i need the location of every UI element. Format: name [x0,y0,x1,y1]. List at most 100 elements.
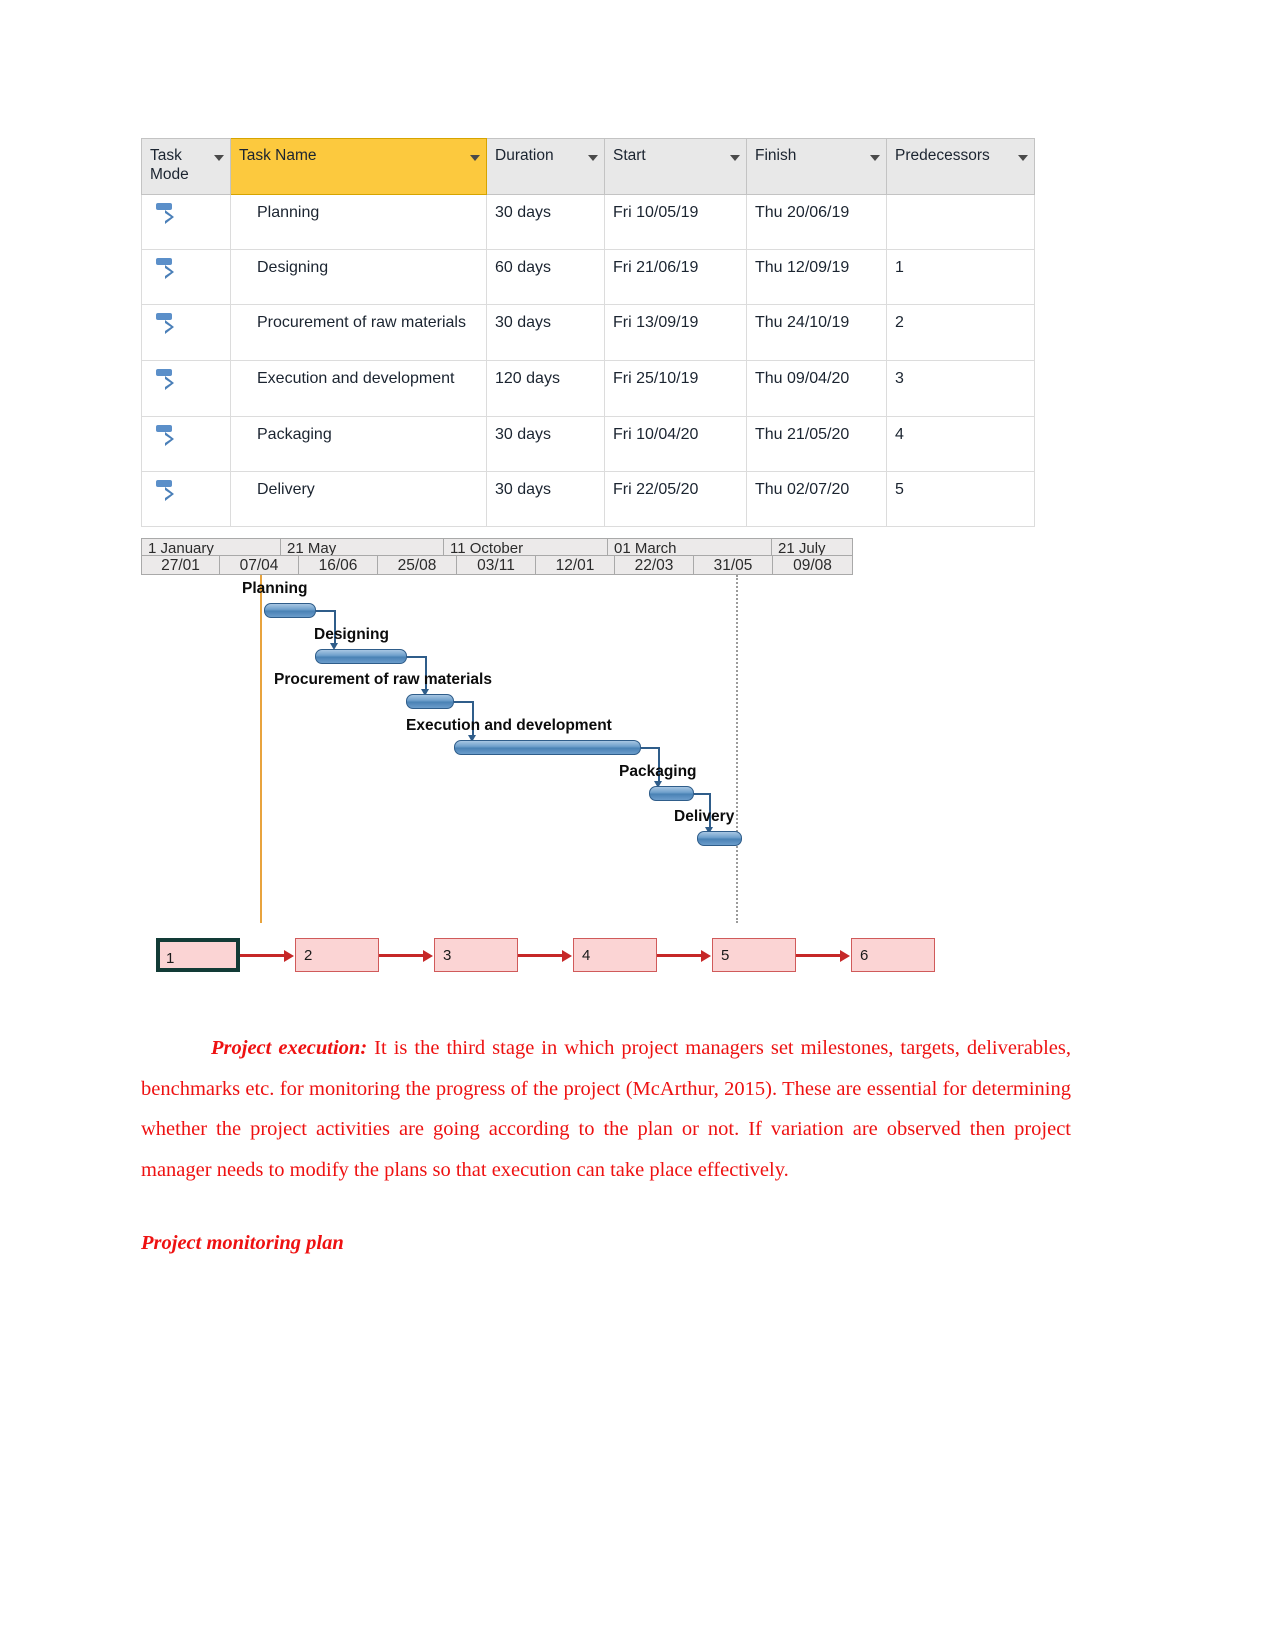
timeline-major-tick: 21 May [280,538,443,556]
cell-finish: Thu 21/05/20 [746,416,887,472]
timeline-minor-tick: 22/03 [614,556,693,575]
column-header-finish[interactable]: Finish [746,138,887,195]
network-arrow-icon [518,949,572,962]
network-node[interactable]: 2 [295,938,379,972]
table-body: Planning 30 days Fri 10/05/19 Thu 20/06/… [141,194,1035,527]
timeline-minor-tick: 31/05 [693,556,772,575]
cell-start: Fri 10/05/19 [604,194,747,250]
column-header-label: Task Name [239,147,317,164]
gantt-bar-label: Packaging [619,763,697,780]
timeline-major-tick: 01 March [607,538,771,556]
project-finish-line [736,575,738,923]
gantt-bar[interactable] [406,694,454,709]
cell-duration: 120 days [486,360,605,417]
network-arrow-icon [657,949,711,962]
timeline-major-tick: 1 January [141,538,280,556]
table-row[interactable]: Planning 30 days Fri 10/05/19 Thu 20/06/… [141,194,1035,250]
gantt-chart: 1 January 21 May 11 October 01 March 21 … [141,538,853,958]
cell-task-mode[interactable] [141,249,231,305]
chevron-down-icon[interactable] [214,155,224,161]
gantt-bar-label: Designing [314,626,389,643]
chevron-down-icon[interactable] [730,155,740,161]
timeline-minor-row: 27/01 07/04 16/06 25/08 03/11 12/01 22/0… [141,556,853,575]
cell-task-mode[interactable] [141,471,231,527]
network-node[interactable]: 5 [712,938,796,972]
gantt-link [454,701,473,703]
column-header-label: Start [613,147,646,164]
gantt-link [316,610,335,612]
gantt-bar[interactable] [697,831,742,846]
cell-finish: Thu 24/10/19 [746,304,887,361]
column-header-label: Duration [495,147,554,164]
column-header-label: Predecessors [895,147,990,164]
cell-start: Fri 10/04/20 [604,416,747,472]
gantt-plot-area: Planning Designing Procurement of raw ma… [141,575,853,950]
cell-duration: 30 days [486,471,605,527]
timeline-major-row: 1 January 21 May 11 October 01 March 21 … [141,538,853,556]
gantt-bar-label: Delivery [674,808,735,825]
column-header-task-name[interactable]: Task Name [230,138,487,195]
column-header-task-mode[interactable]: Task Mode [141,138,231,195]
cell-task-name: Execution and development [230,360,487,417]
auto-schedule-icon [156,369,178,393]
cell-task-name: Planning [230,194,487,250]
cell-duration: 30 days [486,416,605,472]
auto-schedule-icon [156,203,178,227]
cell-task-mode[interactable] [141,304,231,361]
gantt-bar[interactable] [264,603,316,618]
cell-start: Fri 21/06/19 [604,249,747,305]
chevron-down-icon[interactable] [870,155,880,161]
timeline-minor-tick: 03/11 [456,556,535,575]
cell-task-name: Designing [230,249,487,305]
cell-finish: Thu 09/04/20 [746,360,887,417]
auto-schedule-icon [156,258,178,282]
gantt-timeline-header: 1 January 21 May 11 October 01 March 21 … [141,538,853,575]
network-arrow-icon [240,949,294,962]
network-node[interactable]: 1 [156,938,240,972]
column-header-predecessors[interactable]: Predecessors [886,138,1035,195]
gantt-bar[interactable] [454,740,641,755]
cell-task-name: Delivery [230,471,487,527]
network-node[interactable]: 4 [573,938,657,972]
auto-schedule-icon [156,313,178,337]
table-row[interactable]: Packaging 30 days Fri 10/04/20 Thu 21/05… [141,416,1035,472]
cell-duration: 60 days [486,249,605,305]
column-header-duration[interactable]: Duration [486,138,605,195]
chevron-down-icon[interactable] [470,155,480,161]
cell-task-mode[interactable] [141,194,231,250]
gantt-link [407,656,426,658]
cell-task-name: Packaging [230,416,487,472]
gantt-bar-label: Execution and development [406,717,612,734]
gantt-bar[interactable] [649,786,694,801]
network-node[interactable]: 3 [434,938,518,972]
table-row[interactable]: Designing 60 days Fri 21/06/19 Thu 12/09… [141,249,1035,305]
timeline-minor-tick: 16/06 [298,556,377,575]
cell-task-mode[interactable] [141,360,231,417]
cell-start: Fri 22/05/20 [604,471,747,527]
cell-start: Fri 25/10/19 [604,360,747,417]
table-row[interactable]: Delivery 30 days Fri 22/05/20 Thu 02/07/… [141,471,1035,527]
paragraph-lead-in: Project execution: [211,1037,368,1059]
project-task-table: Task Mode Task Name Duration Start Finis… [141,138,1035,527]
auto-schedule-icon [156,480,178,504]
cell-duration: 30 days [486,194,605,250]
network-arrow-icon [379,949,433,962]
timeline-minor-tick: 27/01 [141,556,219,575]
cell-finish: Thu 20/06/19 [746,194,887,250]
table-header-row: Task Mode Task Name Duration Start Finis… [141,138,1035,195]
cell-task-mode[interactable] [141,416,231,472]
table-row[interactable]: Procurement of raw materials 30 days Fri… [141,304,1035,361]
gantt-bar[interactable] [315,649,407,664]
chevron-down-icon[interactable] [588,155,598,161]
status-date-line [260,575,262,923]
auto-schedule-icon [156,425,178,449]
cell-predecessors: 5 [886,471,1035,527]
column-header-start[interactable]: Start [604,138,747,195]
table-row[interactable]: Execution and development 120 days Fri 2… [141,360,1035,417]
network-node[interactable]: 6 [851,938,935,972]
chevron-down-icon[interactable] [1018,155,1028,161]
cell-duration: 30 days [486,304,605,361]
cell-predecessors: 1 [886,249,1035,305]
column-header-label: Finish [755,147,797,164]
gantt-bar-label: Planning [242,580,308,597]
